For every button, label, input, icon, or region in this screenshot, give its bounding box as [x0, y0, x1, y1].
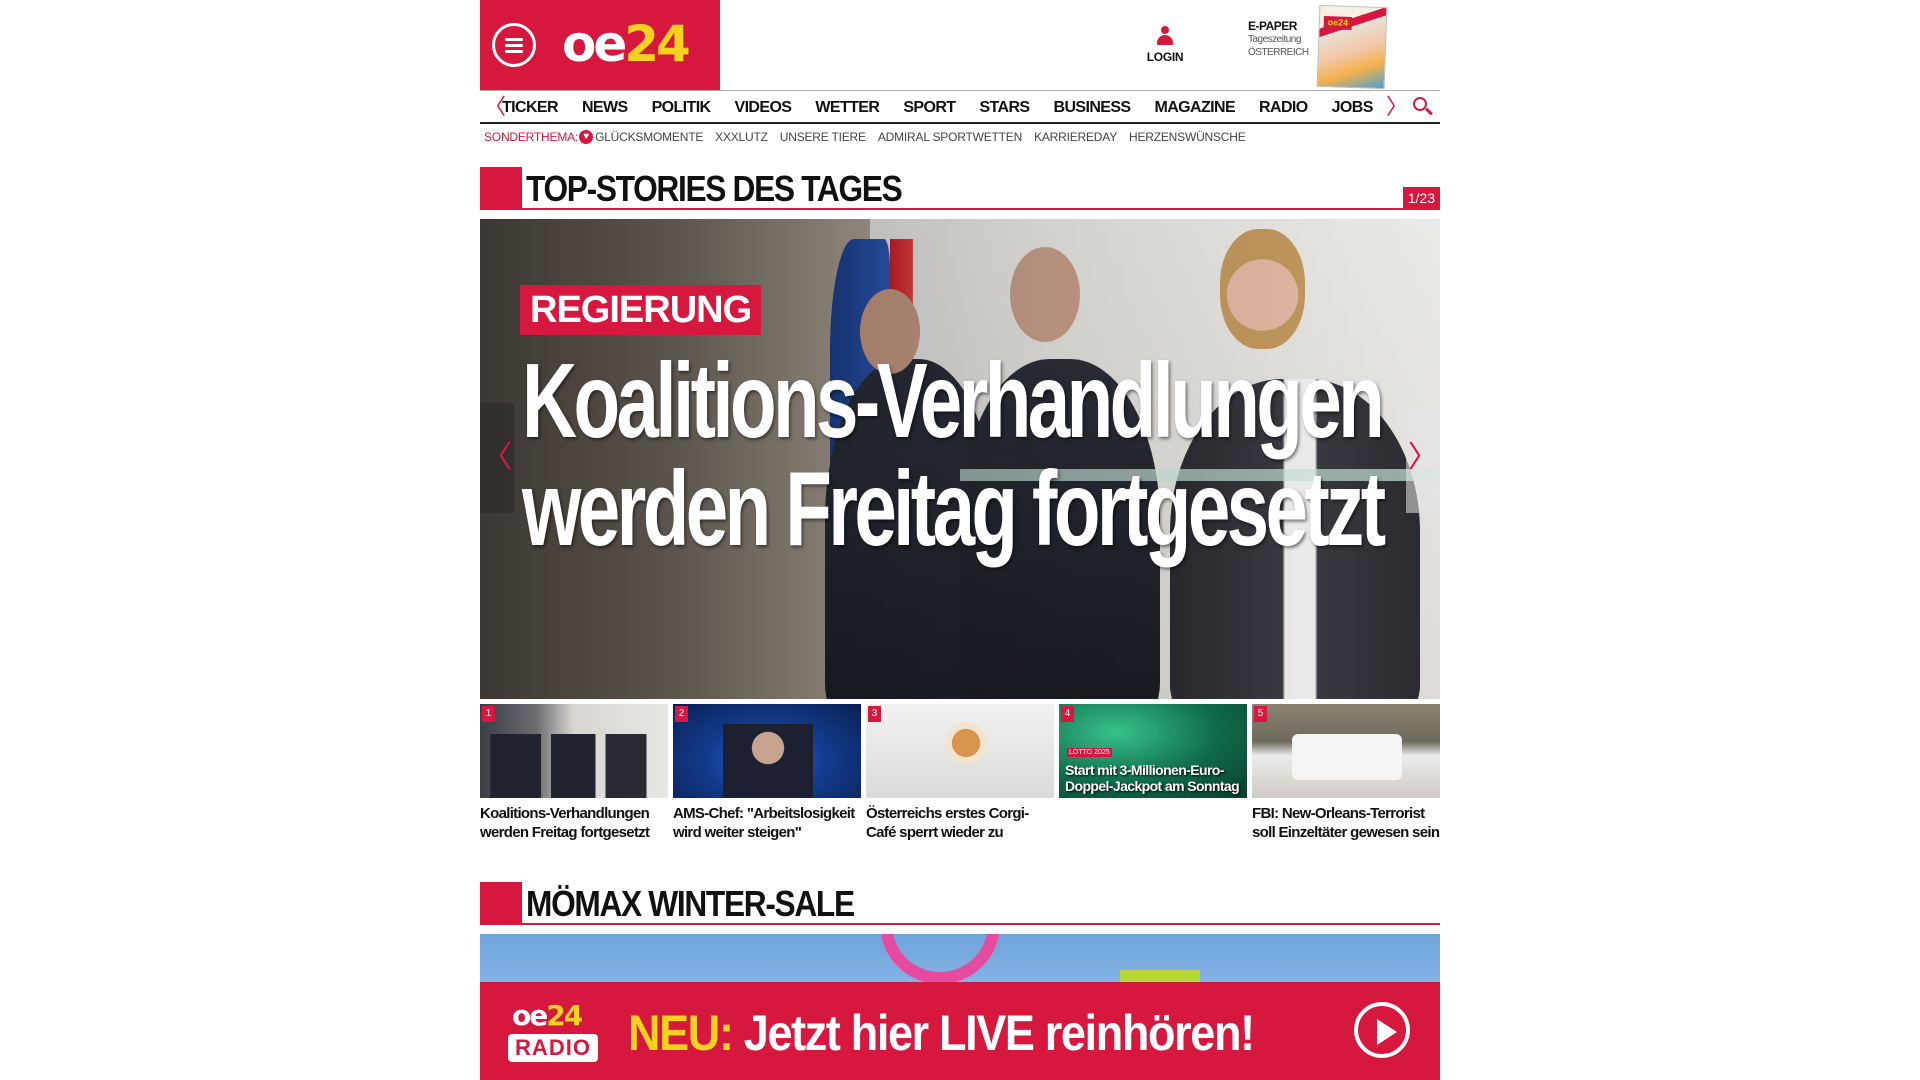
epaper-sub2: ÖSTERREICH: [1248, 47, 1309, 58]
top-stories-header: TOP-STORIES DES TAGES 1/23: [480, 167, 1440, 211]
story-thumb-3[interactable]: 3 Österreichs erstes Corgi-Café sperrt w…: [866, 704, 1054, 842]
section-title: MÖMAX WINTER-SALE: [526, 883, 855, 924]
thumb-image: 4 LOTTO 2025 Start mit 3-Millionen-Euro-…: [1059, 704, 1247, 798]
nav-item-wetter[interactable]: WETTER: [815, 99, 880, 117]
thumb-number: 2: [675, 706, 688, 722]
thumb-image: 2: [673, 704, 861, 798]
sonderthema-item-xxxlutz[interactable]: XXXLUTZ: [715, 130, 768, 144]
slider-next-button[interactable]: 〉: [1406, 403, 1440, 513]
site-logo-area: oe24: [480, 0, 720, 90]
epaper-title: E-PAPER: [1248, 19, 1297, 33]
radio-cta-text: Jetzt hier LIVE reinhören!: [743, 1005, 1255, 1061]
hero-slide[interactable]: REGIERUNG Koalitions-Verhandlungen werde…: [480, 219, 1440, 699]
thumb-tag: LOTTO 2025: [1067, 748, 1112, 757]
thumb-number: 1: [482, 706, 495, 722]
epaper-cover-logo: oe24: [1323, 16, 1353, 30]
sonderthema-item-unsere-tiere[interactable]: UNSERE TIERE: [780, 130, 866, 144]
epaper-sub1: Tageszeitung: [1248, 34, 1301, 45]
hero-headline[interactable]: Koalitions-Verhandlungen werden Freitag …: [522, 347, 1422, 563]
nav-item-magazine[interactable]: MAGAZINE: [1155, 99, 1236, 117]
story-thumb-1[interactable]: 1 Koalitions-Verhandlungen werden Freita…: [480, 704, 668, 842]
nav-item-ticker[interactable]: TICKER: [502, 99, 559, 117]
slider-prev-button[interactable]: 〈: [480, 403, 514, 513]
thumb-number: 3: [868, 706, 881, 722]
play-icon[interactable]: [1354, 1002, 1410, 1058]
section-marker: [480, 167, 522, 210]
sonderthema-label: SONDERTHEMA:: [484, 130, 579, 144]
thumb-number: 5: [1254, 706, 1267, 722]
sonderthema-item-gluecksmomente[interactable]: GLÜCKSMOMENTE: [595, 130, 703, 144]
nav-item-business[interactable]: BUSINESS: [1054, 99, 1132, 117]
page: oe24 LOGIN E-PAPER Tageszeitung ÖSTERREI…: [480, 0, 1440, 1080]
thumb-image: 3: [866, 704, 1054, 798]
nav-item-radio[interactable]: RADIO: [1259, 99, 1308, 117]
heart-icon: ♥: [579, 130, 594, 144]
radio-logo-label: RADIO: [508, 1034, 598, 1062]
nav-item-stars[interactable]: STARS: [979, 99, 1030, 117]
thumb-number: 4: [1061, 706, 1074, 722]
thumb-overlay-text: Start mit 3-Millionen-Euro-Doppel-Jackpo…: [1065, 762, 1240, 794]
thumb-caption: AMS-Chef: "Arbeitslosigkeit wird weiter …: [673, 805, 855, 841]
nav-list: TICKER NEWS POLITIK VIDEOS WETTER SPORT …: [502, 91, 1397, 124]
sonderthema-item-karriereday[interactable]: KARRIEREDAY: [1034, 130, 1117, 144]
user-icon: [1157, 26, 1173, 46]
thumb-image: 1: [480, 704, 668, 798]
login-button[interactable]: LOGIN: [1140, 26, 1190, 64]
story-thumb-2[interactable]: 2 AMS-Chef: "Arbeitslosigkeit wird weite…: [673, 704, 861, 842]
epaper-link[interactable]: E-PAPER Tageszeitung ÖSTERREICH: [1248, 20, 1318, 59]
site-logo[interactable]: oe24: [562, 14, 691, 74]
radio-neu-label: NEU:: [628, 1005, 734, 1061]
section-divider: [522, 208, 1440, 210]
search-icon[interactable]: [1412, 96, 1434, 118]
story-thumbnails: 1 Koalitions-Verhandlungen werden Freita…: [480, 704, 1440, 854]
section-divider: [522, 923, 1440, 925]
nav-item-news[interactable]: NEWS: [582, 99, 628, 117]
section-title: TOP-STORIES DES TAGES: [526, 168, 903, 209]
hero-category[interactable]: REGIERUNG: [520, 285, 762, 335]
story-thumb-5[interactable]: 5 FBI: New-Orleans-Terrorist soll Einzel…: [1252, 704, 1440, 842]
epaper-cover-image[interactable]: oe24: [1316, 4, 1388, 90]
thumb-caption: Österreichs erstes Corgi-Café sperrt wie…: [866, 805, 1029, 841]
nav-item-videos[interactable]: VIDEOS: [735, 99, 792, 117]
thumb-caption: FBI: New-Orleans-Terrorist soll Einzeltä…: [1252, 805, 1440, 841]
sonderthema-item-herzenswuensche[interactable]: HERZENSWÜNSCHE: [1129, 130, 1246, 144]
radio-banner-text: NEU: Jetzt hier LIVE reinhören!: [628, 1005, 1255, 1061]
story-thumb-4[interactable]: 4 LOTTO 2025 Start mit 3-Millionen-Euro-…: [1059, 704, 1247, 804]
main-nav: 〈 TICKER NEWS POLITIK VIDEOS WETTER SPOR…: [480, 90, 1440, 124]
thumb-caption: Koalitions-Verhandlungen werden Freitag …: [480, 805, 650, 841]
promo-section-header: MÖMAX WINTER-SALE: [480, 882, 1440, 926]
sonderthema-item-admiral[interactable]: ADMIRAL SPORTWETTEN: [878, 130, 1022, 144]
section-marker: [480, 882, 522, 925]
menu-icon[interactable]: [492, 23, 536, 67]
thumb-image: 5: [1252, 704, 1440, 798]
radio-live-banner[interactable]: oe24 RADIO NEU: Jetzt hier LIVE reinhöre…: [480, 982, 1440, 1080]
login-label: LOGIN: [1146, 50, 1184, 64]
nav-item-sport[interactable]: SPORT: [903, 99, 956, 117]
radio-logo: oe24 RADIO: [508, 1000, 602, 1066]
nav-next-icon[interactable]: 〉: [1386, 96, 1408, 118]
nav-item-jobs[interactable]: JOBS: [1332, 99, 1374, 117]
nav-item-politik[interactable]: POLITIK: [652, 99, 712, 117]
sonderthema-bar: SONDERTHEMA: ♥ GLÜCKSMOMENTE XXXLUTZ UNS…: [484, 128, 1258, 146]
slide-counter: 1/23: [1402, 187, 1440, 209]
